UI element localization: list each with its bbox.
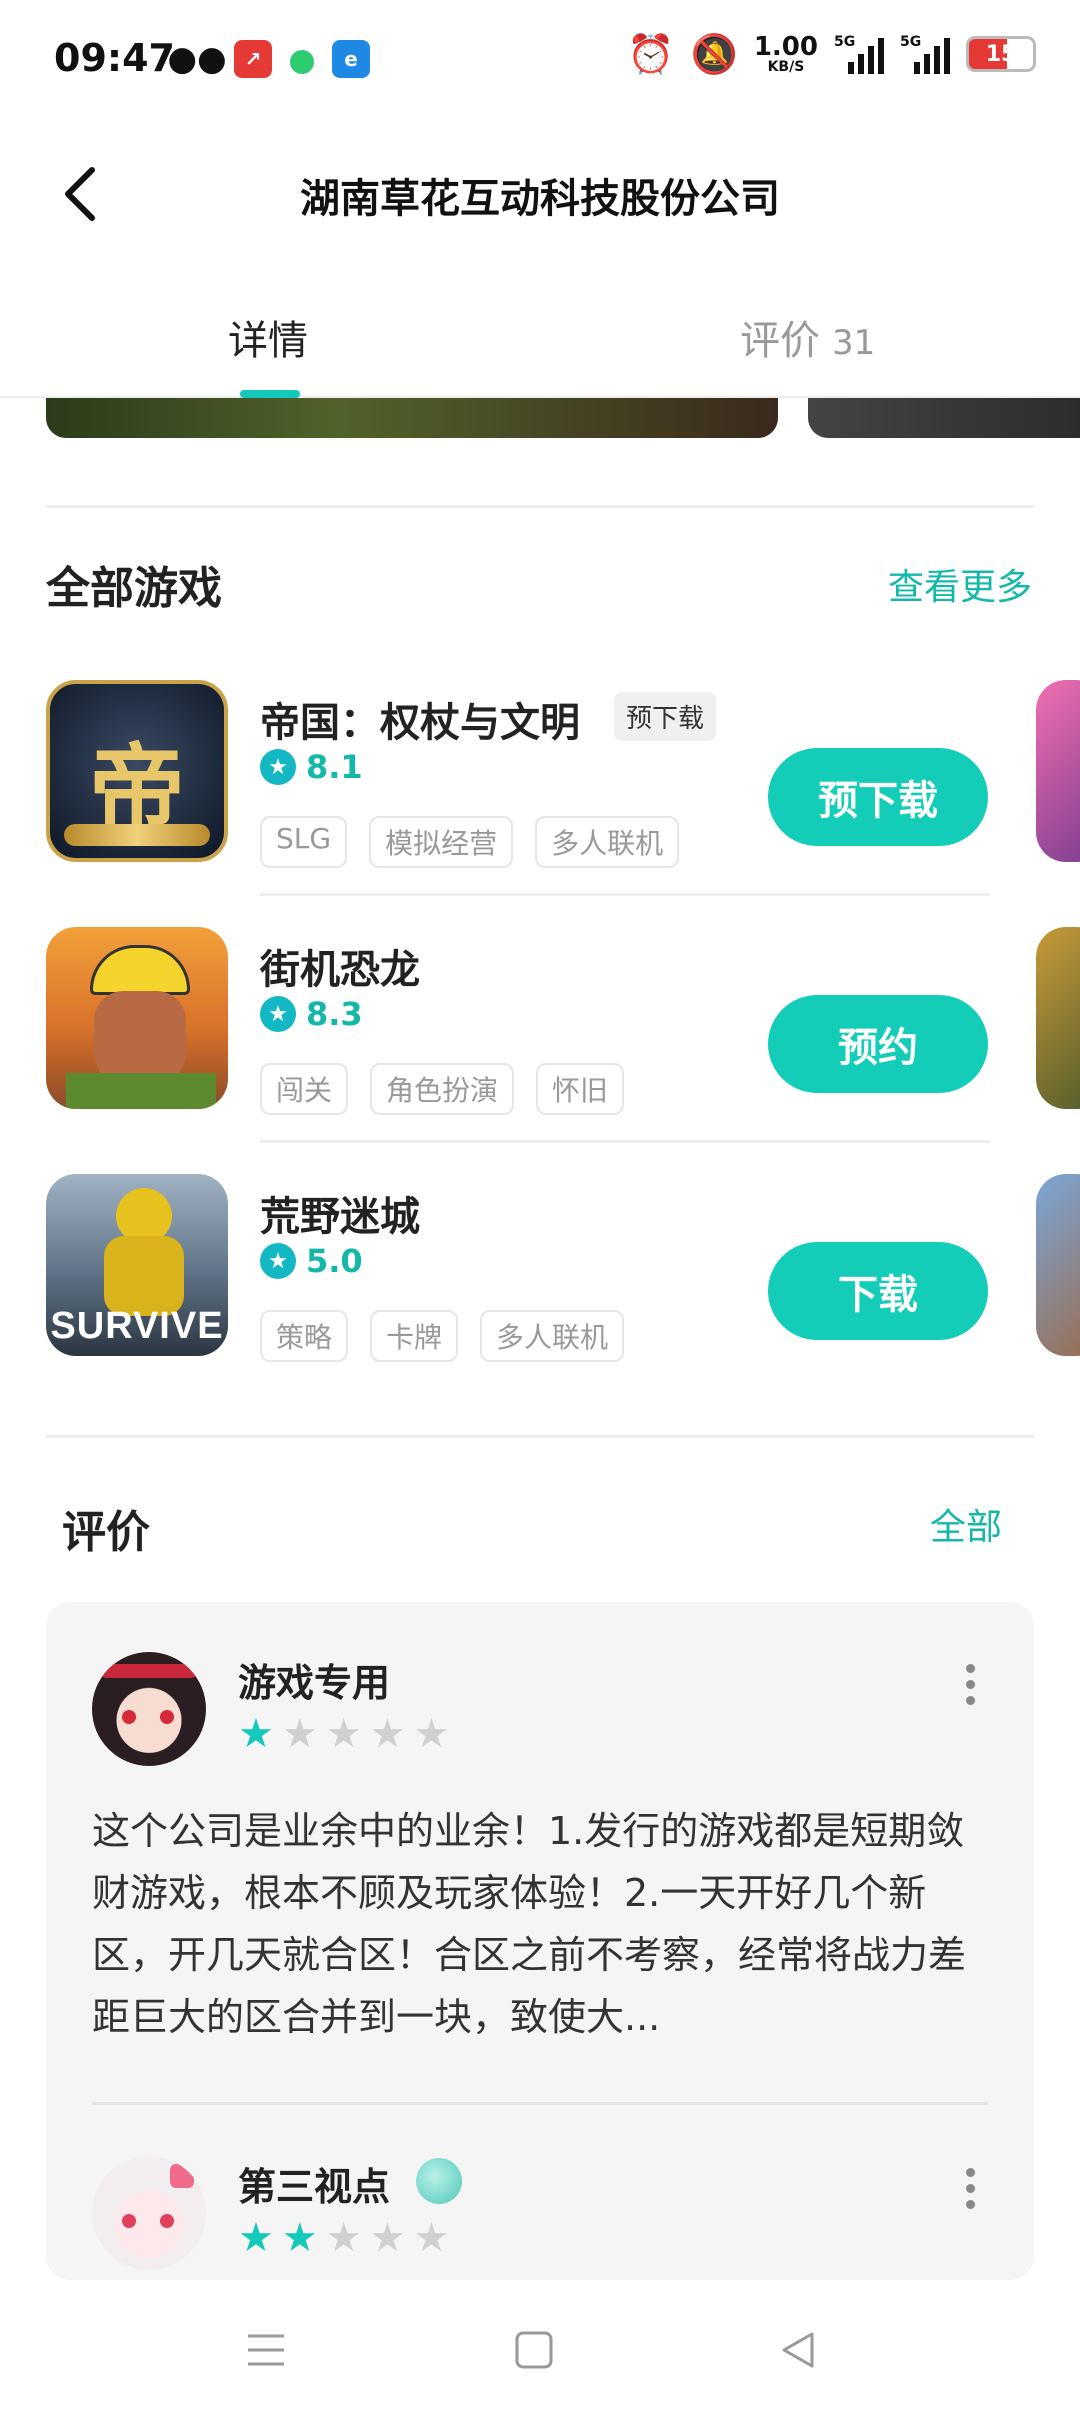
game-item[interactable]: SURVIVE 荒野迷城 ★ 5.0 策略 卡牌 多人联机 下载	[46, 1174, 1080, 1374]
game-tags: SLG 模拟经营 多人联机	[260, 816, 680, 868]
battery-icon: 15	[966, 36, 1036, 72]
next-game-peek[interactable]	[1036, 1174, 1080, 1356]
game-item[interactable]: 帝 帝国：权杖与文明 预下载 ★ 8.1 SLG 模拟经营 多人联机 预下载	[46, 680, 1080, 880]
user-badge-icon	[416, 2158, 462, 2204]
green-dot-icon	[290, 50, 314, 74]
alarm-icon: ⏰	[627, 32, 675, 76]
star-rating: ★ ★ ★ ★ ★	[238, 1714, 449, 1754]
all-reviews-link[interactable]: 全部	[930, 1498, 1002, 1550]
menu-icon	[248, 2334, 284, 2366]
star-icon: ★	[413, 1711, 450, 1757]
all-games-title: 全部游戏	[46, 563, 222, 614]
download-button[interactable]: 下载	[768, 1242, 988, 1340]
next-game-peek[interactable]	[1036, 680, 1080, 862]
reviewer-name[interactable]: 游戏专用	[238, 1652, 390, 1707]
divider	[46, 505, 1034, 508]
game-name: 街机恐龙	[260, 947, 420, 993]
tab-reviews[interactable]: 评价 31	[740, 308, 875, 366]
tag: 闯关	[260, 1063, 349, 1115]
home-square-icon	[515, 2331, 553, 2369]
avatar[interactable]	[92, 2156, 206, 2270]
mute-icon: 🔕	[690, 32, 738, 76]
signal-icon-2: 5G	[900, 34, 950, 74]
review-text[interactable]: 这个公司是业余中的业余！1.发行的游戏都是短期敛财游戏，根本不顾及玩家体验！2.…	[92, 1800, 992, 2048]
tag: SLG	[260, 816, 348, 868]
tab-detail[interactable]: 详情	[228, 308, 308, 366]
back-triangle-icon	[782, 2332, 814, 2368]
star-icon: ★	[260, 996, 296, 1032]
tag: 模拟经营	[369, 816, 514, 868]
tag: 多人联机	[535, 816, 680, 868]
pre-download-button[interactable]: 预下载	[768, 748, 988, 846]
tag: 怀旧	[536, 1063, 625, 1115]
wechat-icon: ●●	[167, 39, 227, 79]
star-icon: ★	[260, 1243, 296, 1279]
star-icon: ★	[238, 2215, 274, 2261]
star-rating: ★ ★ ★ ★ ★	[238, 2218, 449, 2258]
game-rating: ★ 8.1	[260, 748, 363, 786]
review-divider	[92, 2102, 988, 2105]
more-options-icon[interactable]	[950, 2158, 990, 2218]
status-bar: 09:47 ●● ↗ e ⏰ 🔕 1.00 KB/S 5G 5G 15	[0, 0, 1080, 124]
network-speed: 1.00 KB/S	[753, 32, 818, 75]
reserve-button[interactable]: 预约	[768, 995, 988, 1093]
game-rating: ★ 5.0	[260, 1242, 363, 1280]
system-nav-bar	[0, 2280, 1080, 2414]
reviewer-name[interactable]: 第三视点	[238, 2156, 390, 2211]
avatar[interactable]	[92, 1652, 206, 1766]
game-item[interactable]: 街机恐龙 ★ 8.3 闯关 角色扮演 怀旧 预约	[46, 927, 1080, 1127]
tag: 多人联机	[480, 1310, 625, 1362]
menu-nav-button[interactable]	[236, 2320, 296, 2380]
game-name: 帝国：权杖与文明	[260, 700, 580, 746]
game-tags: 闯关 角色扮演 怀旧	[260, 1063, 625, 1115]
star-icon: ★	[325, 2215, 362, 2261]
reviews-title: 评价	[62, 1507, 150, 1558]
divider	[46, 1435, 1034, 1438]
star-icon: ★	[369, 2215, 406, 2261]
tab-indicator	[240, 390, 300, 398]
banner-image[interactable]	[46, 398, 778, 438]
tag: 卡牌	[370, 1310, 459, 1362]
row-divider	[260, 1140, 990, 1143]
signal-icon: 5G	[834, 34, 884, 74]
tab-bar: 详情 评价 31	[0, 280, 1080, 398]
game-icon[interactable]: SURVIVE	[46, 1174, 228, 1356]
review-card[interactable]: 游戏专用 ★ ★ ★ ★ ★ 这个公司是业余中的业余！1.发行的游戏都是短期敛财…	[46, 1602, 1034, 2280]
back-nav-button[interactable]	[768, 2320, 828, 2380]
more-options-icon[interactable]	[950, 1654, 990, 1714]
game-icon[interactable]: 帝	[46, 680, 228, 862]
status-time: 09:47	[54, 36, 175, 80]
star-icon: ★	[238, 1711, 274, 1757]
stock-app-icon: ↗	[234, 40, 272, 78]
tag: 策略	[260, 1310, 349, 1362]
home-nav-button[interactable]	[504, 2320, 564, 2380]
game-icon[interactable]	[46, 927, 228, 1109]
star-icon: ★	[281, 2215, 318, 2261]
star-icon: ★	[325, 1711, 362, 1757]
notification-icons: ●● ↗ e	[167, 39, 370, 79]
pre-download-badge: 预下载	[614, 692, 717, 741]
header: 湖南草花互动科技股份公司	[0, 124, 1080, 264]
browser-app-icon: e	[332, 40, 370, 78]
game-tags: 策略 卡牌 多人联机	[260, 1310, 625, 1362]
review-count: 31	[832, 323, 876, 363]
banner-image-2[interactable]	[808, 398, 1080, 438]
star-icon: ★	[369, 1711, 406, 1757]
star-icon: ★	[413, 2215, 450, 2261]
star-icon: ★	[281, 1711, 318, 1757]
game-name: 荒野迷城	[260, 1194, 420, 1240]
system-icons: ⏰ 🔕 1.00 KB/S 5G 5G 15	[627, 34, 1036, 74]
next-game-peek[interactable]	[1036, 927, 1080, 1109]
game-rating: ★ 8.3	[260, 995, 363, 1033]
tag: 角色扮演	[370, 1063, 515, 1115]
page-title: 湖南草花互动科技股份公司	[300, 176, 780, 222]
view-more-link[interactable]: 查看更多	[888, 558, 1032, 610]
star-icon: ★	[260, 749, 296, 785]
row-divider	[260, 893, 990, 896]
